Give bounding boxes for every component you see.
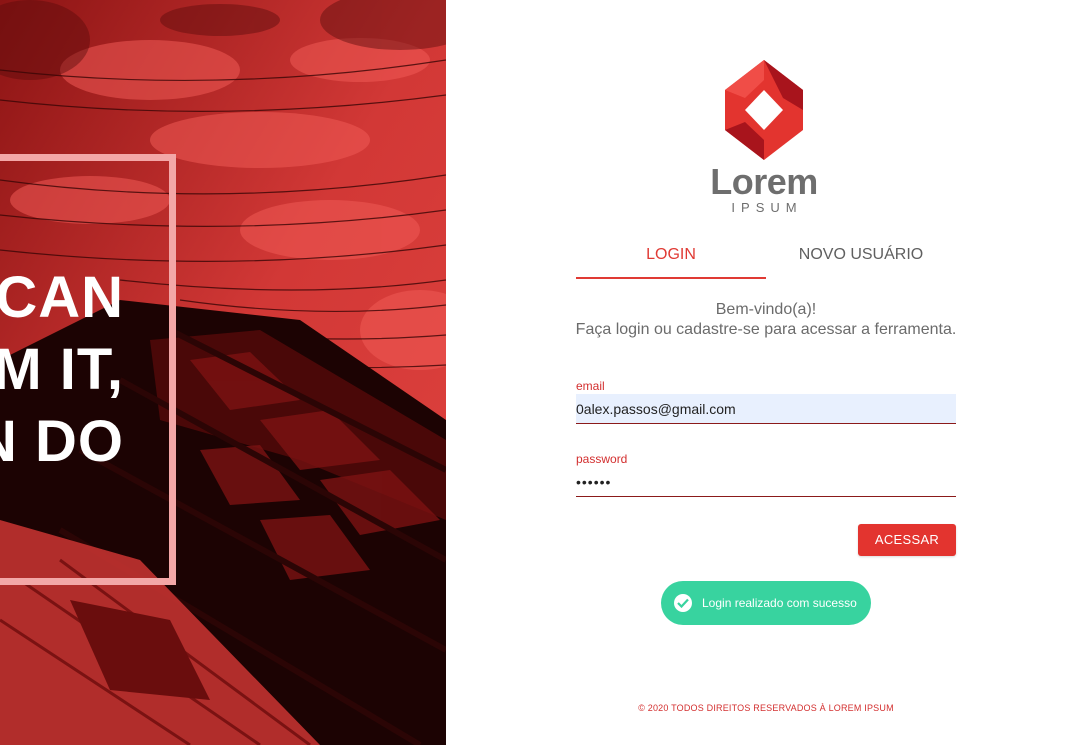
welcome-message: Bem-vindo(a)! Faça login ou cadastre-se … bbox=[546, 300, 986, 340]
login-panel: Lorem IPSUM LOGIN NOVO USUÁRIO Bem-vindo… bbox=[446, 0, 1081, 745]
tab-new-user[interactable]: NOVO USUÁRIO bbox=[766, 232, 956, 278]
logo-icon bbox=[725, 60, 803, 160]
hero-line-1: CAN bbox=[0, 265, 124, 330]
password-label: password bbox=[576, 452, 628, 466]
hero-line-3: N DO bbox=[0, 409, 124, 474]
hero-image-panel: CAN M IT, N DO bbox=[0, 0, 446, 745]
check-circle-icon bbox=[674, 594, 692, 612]
logo-subtitle: IPSUM bbox=[731, 200, 803, 215]
welcome-subtitle: Faça login ou cadastre-se para acessar a… bbox=[575, 321, 957, 338]
active-tab-indicator bbox=[576, 277, 766, 279]
tab-login[interactable]: LOGIN bbox=[576, 232, 766, 278]
auth-tabs: LOGIN NOVO USUÁRIO bbox=[576, 232, 956, 280]
welcome-title: Bem-vindo(a)! bbox=[715, 301, 817, 318]
email-label: email bbox=[576, 379, 605, 393]
hero-headline: CAN M IT, N DO bbox=[0, 262, 124, 478]
password-field[interactable]: •••••• bbox=[576, 467, 956, 497]
email-field[interactable]: 0alex.passos@gmail.com bbox=[576, 394, 956, 424]
submit-button[interactable]: ACESSAR bbox=[858, 524, 956, 556]
logo-wordmark: Lorem bbox=[710, 161, 818, 202]
toast-message: Login realizado com sucesso bbox=[702, 596, 857, 610]
success-toast[interactable]: Login realizado com sucesso bbox=[661, 581, 871, 625]
footer-copyright: © 2020 TODOS DIREITOS RESERVADOS À LOREM… bbox=[638, 703, 894, 713]
hero-line-2: M IT, bbox=[0, 337, 124, 402]
